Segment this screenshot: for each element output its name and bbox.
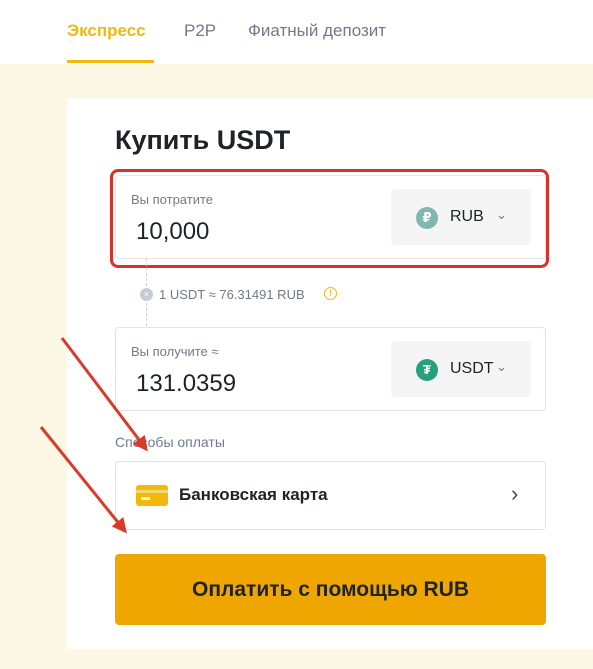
payment-methods-label: Способы оплаты: [115, 434, 225, 450]
receive-amount-input[interactable]: [136, 370, 366, 398]
exchange-rate: 1 USDT ≈ 76.31491 RUB: [159, 287, 305, 302]
receive-currency-select[interactable]: ₮ USDT ⌄: [391, 341, 531, 397]
tab-fiat-deposit[interactable]: Фиатный депозит: [248, 20, 386, 42]
chevron-down-icon: ⌄: [496, 359, 507, 374]
chevron-right-icon: ›: [511, 481, 519, 506]
bank-card-icon: [136, 485, 168, 506]
top-nav: Экспресс P2P Фиатный депозит: [0, 0, 593, 64]
tether-coin-icon: ₮: [416, 359, 438, 381]
payment-method-label: Банковская карта: [179, 485, 328, 504]
payment-method-select[interactable]: Банковская карта ›: [115, 461, 546, 530]
pay-button[interactable]: Оплатить с помощью RUB: [115, 554, 546, 625]
tab-express[interactable]: Экспресс: [67, 20, 146, 42]
tab-p2p[interactable]: P2P: [184, 20, 216, 42]
info-icon[interactable]: !: [324, 287, 337, 300]
active-tab-indicator: [67, 60, 154, 63]
receive-field: Вы получите ≈ ₮ USDT ⌄: [115, 327, 546, 411]
receive-currency-label: USDT: [450, 360, 494, 377]
spend-field-highlight: [110, 169, 549, 268]
swap-dot-icon: ×: [140, 288, 153, 301]
receive-label: Вы получите ≈: [131, 344, 219, 359]
page-title: Купить USDT: [115, 125, 291, 155]
